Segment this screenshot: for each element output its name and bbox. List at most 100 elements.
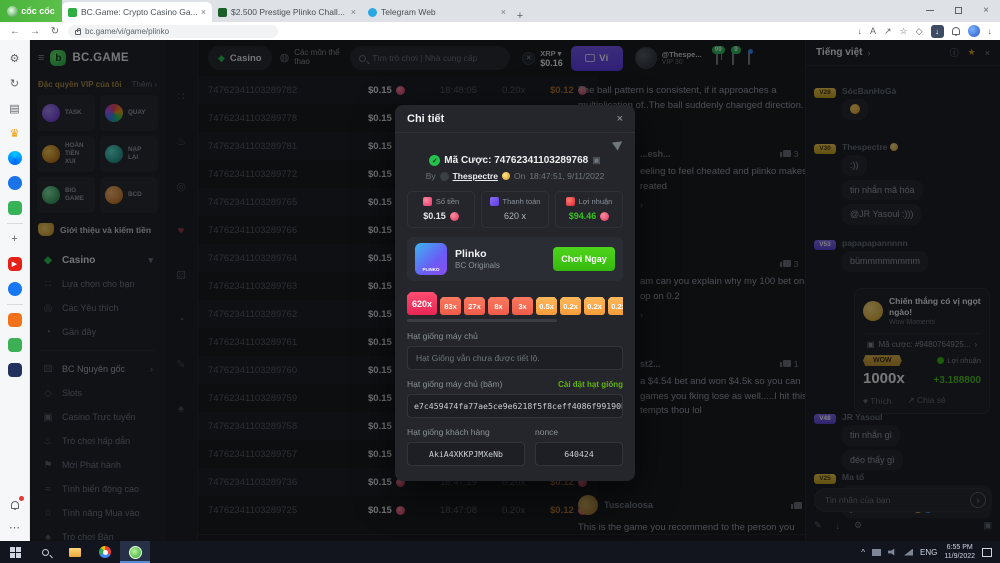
coccoc-taskbar-icon[interactable] <box>120 541 150 563</box>
rail-divider <box>7 304 23 305</box>
share-icon[interactable]: ↗ <box>884 26 892 37</box>
new-tab-button[interactable]: + <box>512 10 528 22</box>
browser-toolbar: ← → ↻ bc.game/vi/game/plinko ↓ A ↗ ☆ ◇ ↓… <box>0 22 1000 40</box>
browser-brand[interactable]: cốc cốc <box>0 0 62 22</box>
nonce-label: nonce <box>535 427 623 437</box>
coccoc-logo-icon <box>7 6 18 17</box>
rail-bell-icon[interactable] <box>7 497 23 513</box>
server-seed-label: Hạt giống máy chủ <box>407 331 623 341</box>
rail-games-icon[interactable] <box>8 201 22 215</box>
hashed-seed-value[interactable]: e7c459474fa77ae5ce9e6218f5f8ceff4086f991… <box>407 394 623 418</box>
rail-gear-icon[interactable]: ⚙ <box>7 50 23 66</box>
language-indicator[interactable]: ENG <box>920 548 937 557</box>
rail-history-icon[interactable]: ↻ <box>7 75 23 91</box>
notification-bell-icon[interactable] <box>952 27 960 35</box>
player-avatar <box>440 172 449 181</box>
game-provider: BC Originals <box>455 261 500 270</box>
brand-label: cốc cốc <box>21 6 55 16</box>
client-seed-label: Hạt giống khách hàng <box>407 427 525 437</box>
stat-profit: Lợi nhuận $94.46 <box>555 191 623 228</box>
close-window-button[interactable]: × <box>972 0 1000 20</box>
coin-icon <box>600 212 609 221</box>
profit-icon <box>566 197 575 206</box>
bcgame-favicon <box>68 8 77 17</box>
payout-icon <box>490 197 499 206</box>
share-pin-icon[interactable] <box>612 137 625 150</box>
toolbar-icons: ↓ A ↗ ☆ ◇ ↓ ↓ <box>857 25 992 38</box>
server-seed-field[interactable]: Hạt Giống vẫn chưa được tiết lộ. <box>407 346 623 370</box>
game-title: Plinko <box>455 248 500 262</box>
bet-details-modal: Chi tiết × ✓ Mã Cược: 74762341103289768 … <box>395 105 635 481</box>
youtube-icon[interactable]: ▶ <box>8 257 22 271</box>
tab-bcgame[interactable]: BC.Game: Crypto Casino Ga... × <box>62 2 212 22</box>
tab-strip: cốc cốc BC.Game: Crypto Casino Ga... × $… <box>0 0 1000 22</box>
tab-title: Telegram Web <box>381 7 497 17</box>
copy-icon[interactable]: ▣ <box>592 155 601 166</box>
challenge-favicon <box>218 8 227 17</box>
youtube-play-glyph: ▶ <box>12 260 17 268</box>
rail-more-icon[interactable]: ⋯ <box>7 519 23 535</box>
forward-icon[interactable]: → <box>28 26 42 37</box>
multiplier-strip[interactable]: 620x 83x 27x 8x 3x 0.5x 0.2x 0.2x 0.2x 0… <box>407 291 623 315</box>
minimize-button[interactable] <box>916 0 944 20</box>
verified-check-icon: ✓ <box>429 155 440 166</box>
shield-icon[interactable]: ◇ <box>916 26 923 37</box>
screen: cốc cốc BC.Game: Crypto Casino Ga... × $… <box>0 0 1000 563</box>
stat-amount: Số tiền $0.15 <box>407 191 475 228</box>
download-badge-icon[interactable]: ↓ <box>931 25 944 38</box>
multiplier-chip: 620x <box>407 292 437 315</box>
tab-plinko-challenge[interactable]: $2.500 Prestige Plinko Chall... × <box>212 2 362 22</box>
back-icon[interactable]: ← <box>8 26 22 37</box>
multiplier-chip: 3x <box>512 297 533 315</box>
facebook-icon[interactable] <box>8 282 22 296</box>
reload-icon[interactable]: ↻ <box>48 26 62 37</box>
seed-settings-link[interactable]: Cài đặt hạt giống <box>558 380 623 389</box>
keyboard-icon[interactable] <box>872 549 881 556</box>
multiplier-chip: 0.2x <box>608 297 623 315</box>
window-controls: × <box>916 0 1000 20</box>
file-explorer-icon[interactable] <box>60 541 90 563</box>
lock-icon <box>75 30 81 35</box>
hidden-icons-caret[interactable]: ^ <box>861 548 865 557</box>
rail-blue-app-icon[interactable] <box>8 176 22 190</box>
play-now-button[interactable]: Chơi Ngay <box>553 247 615 271</box>
player-name-link[interactable]: Thespectre <box>453 171 498 181</box>
taskbar-search-icon[interactable] <box>30 541 60 563</box>
start-button[interactable] <box>0 541 30 563</box>
bookmark-star-icon[interactable]: ☆ <box>900 26 908 37</box>
multiplier-chip: 83x <box>440 297 461 315</box>
hashed-seed-label: Hạt giống máy chủ (băm) <box>407 379 502 389</box>
rail-crown-icon[interactable]: ♛ <box>7 125 23 141</box>
rail-add-icon[interactable]: + <box>7 231 23 247</box>
coin-icon <box>450 212 459 221</box>
rail-reading-list-icon[interactable]: ▤ <box>7 100 23 116</box>
tab-close-icon[interactable]: × <box>501 7 506 17</box>
rail-navy-site-icon[interactable] <box>8 363 22 377</box>
action-center-icon[interactable] <box>982 548 992 557</box>
multiplier-chip: 0.2x <box>584 297 605 315</box>
rail-divider <box>7 223 23 224</box>
volume-icon[interactable] <box>888 549 897 556</box>
rail-green-site-icon[interactable] <box>8 338 22 352</box>
multiplier-chip: 8x <box>488 297 509 315</box>
save-icon[interactable]: ↓ <box>857 26 862 36</box>
rail-orange-site-icon[interactable] <box>8 313 22 327</box>
client-seed-value[interactable]: AkiA4XKKPJMXeNb <box>407 442 525 466</box>
chip-scrollbar[interactable] <box>407 319 557 322</box>
maximize-button[interactable] <box>944 0 972 20</box>
tab-close-icon[interactable]: × <box>201 7 206 17</box>
chrome-icon[interactable] <box>90 541 120 563</box>
messenger-icon[interactable] <box>8 151 22 165</box>
taskbar-clock[interactable]: 6:55 PM 11/9/2022 <box>944 543 975 561</box>
nonce-value[interactable]: 640424 <box>535 442 623 466</box>
address-bar[interactable]: bc.game/vi/game/plinko <box>68 25 278 38</box>
modal-close-icon[interactable]: × <box>617 113 623 125</box>
plinko-thumbnail[interactable]: PLINKO <box>415 243 447 275</box>
tab-close-icon[interactable]: × <box>351 7 356 17</box>
translate-icon[interactable]: A <box>870 26 876 36</box>
tab-telegram[interactable]: Telegram Web × <box>362 2 512 22</box>
network-icon[interactable] <box>904 549 913 556</box>
profile-avatar[interactable] <box>968 25 980 37</box>
downloads-icon[interactable]: ↓ <box>988 26 993 36</box>
tab-title: $2.500 Prestige Plinko Chall... <box>231 7 347 17</box>
